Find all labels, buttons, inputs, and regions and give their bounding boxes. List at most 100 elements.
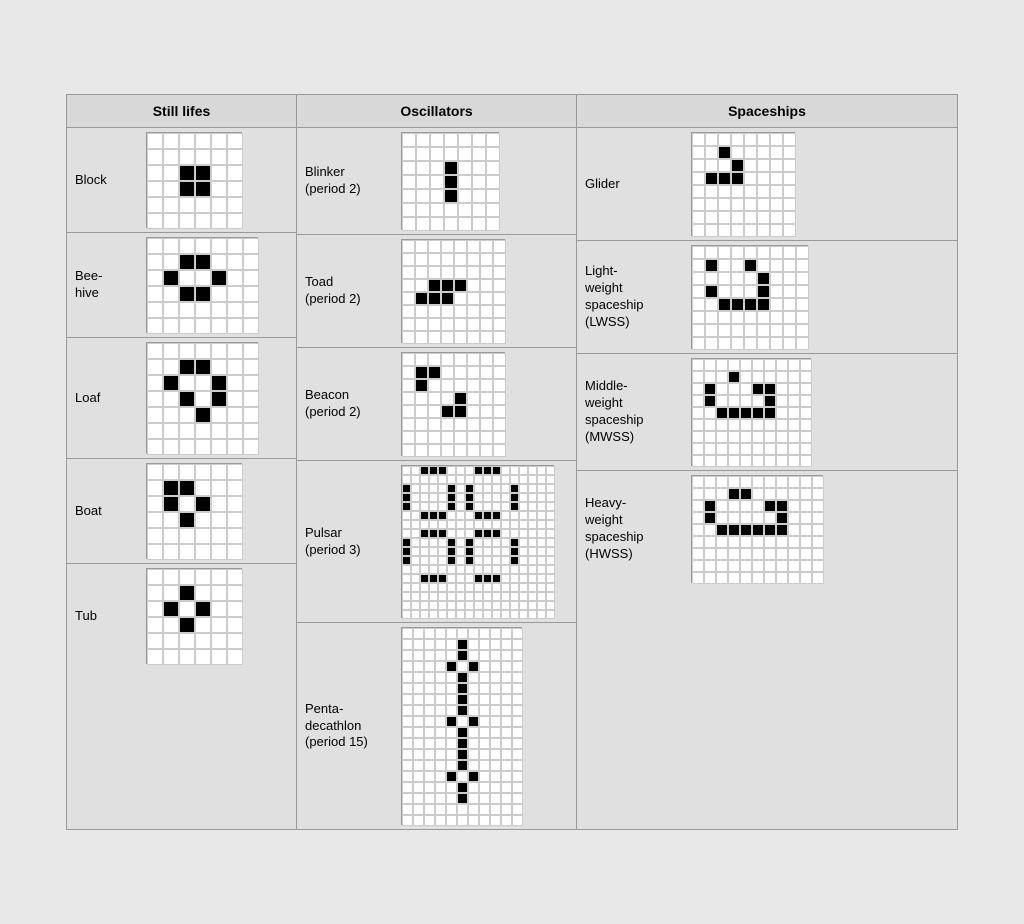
grid-cell [528, 574, 537, 583]
grid-cell [179, 391, 195, 407]
grid-cell [546, 547, 555, 556]
grid-cell [716, 431, 728, 443]
grid-cell [800, 431, 812, 443]
grid-cell [757, 259, 770, 272]
grid-cell [456, 484, 465, 493]
grid-cell [472, 133, 486, 147]
grid-cell [716, 476, 728, 488]
grid-cell [179, 302, 195, 318]
grid-cell [528, 547, 537, 556]
grid-cell [411, 610, 420, 619]
grid-cell [492, 574, 501, 583]
grid-cell [764, 524, 776, 536]
grid-cell [465, 484, 474, 493]
grid-cell [424, 760, 435, 771]
grid-cell [692, 259, 705, 272]
grid-cell [211, 181, 227, 197]
grid-cell [447, 529, 456, 538]
grid-cell [467, 392, 480, 405]
grid-cell [227, 480, 243, 496]
grid-cell [512, 782, 523, 793]
grid-cell [788, 548, 800, 560]
grid-cell [479, 639, 490, 650]
grid-cell [528, 475, 537, 484]
grid-cell [465, 520, 474, 529]
grid-cell [692, 383, 704, 395]
grid-cell [195, 270, 211, 286]
grid-cell [716, 512, 728, 524]
pattern-row: Penta- decathlon (period 15) [297, 623, 576, 829]
grid-cell [429, 547, 438, 556]
grid-cell [435, 727, 446, 738]
grid-cell [420, 493, 429, 502]
grid-cell [416, 203, 430, 217]
grid-cell [243, 286, 259, 302]
grid-cell [195, 585, 211, 601]
grid-cell [479, 771, 490, 782]
grid-cell [420, 574, 429, 583]
grid-cell [413, 694, 424, 705]
grid-cell [757, 146, 770, 159]
grid-cell [519, 502, 528, 511]
grid-cell [435, 683, 446, 694]
grid-cell [493, 418, 506, 431]
grid-cell [413, 716, 424, 727]
grid-cell [195, 302, 211, 318]
grid-cell [493, 405, 506, 418]
grid-cell [179, 617, 195, 633]
grid-cell [195, 439, 211, 455]
grid-cell [243, 238, 259, 254]
grid-cell [501, 749, 512, 760]
grid-cell [800, 488, 812, 500]
grid-cell [227, 286, 243, 302]
grid-cell [454, 279, 467, 292]
grid-cell [413, 727, 424, 738]
grid-cell [415, 292, 428, 305]
grid-cell [195, 544, 211, 560]
grid-cell [163, 197, 179, 213]
grid-cell [402, 639, 413, 650]
grid-cell [704, 572, 716, 584]
grid-cell [705, 224, 718, 237]
grid-cell [435, 738, 446, 749]
grid-cell [492, 547, 501, 556]
grid-cell [227, 423, 243, 439]
grid-cell [776, 488, 788, 500]
grid-cell [415, 418, 428, 431]
grid-cell [493, 292, 506, 305]
grid-cell [457, 727, 468, 738]
grid-cell [211, 407, 227, 423]
grid-cell [424, 727, 435, 738]
grid-cell [446, 650, 457, 661]
grid-cell [467, 366, 480, 379]
grid-cell [483, 601, 492, 610]
pattern-label: Blinker (period 2) [297, 158, 397, 204]
grid-cell [447, 610, 456, 619]
grid-cell [454, 318, 467, 331]
grid-cell [740, 455, 752, 467]
grid-cell [776, 431, 788, 443]
grid-wrap [146, 237, 258, 333]
grid-cell [441, 418, 454, 431]
grid-cell [447, 520, 456, 529]
grid-cell [438, 547, 447, 556]
grid-cell [537, 583, 546, 592]
grid-cell [479, 760, 490, 771]
grid-cell [402, 466, 411, 475]
grid-cell [444, 161, 458, 175]
grid-cell [447, 592, 456, 601]
grid-cell [147, 407, 163, 423]
grid-cell [402, 189, 416, 203]
grid-cell [510, 547, 519, 556]
grid-cell [764, 536, 776, 548]
grid-cell [783, 198, 796, 211]
grid-cell [744, 224, 757, 237]
grid-cell [731, 324, 744, 337]
grid-cell [429, 556, 438, 565]
grid-cell [776, 395, 788, 407]
grid-cell [227, 496, 243, 512]
grid-cell [800, 536, 812, 548]
grid-cell [163, 480, 179, 496]
grid-cell [195, 238, 211, 254]
grid-cell [704, 383, 716, 395]
